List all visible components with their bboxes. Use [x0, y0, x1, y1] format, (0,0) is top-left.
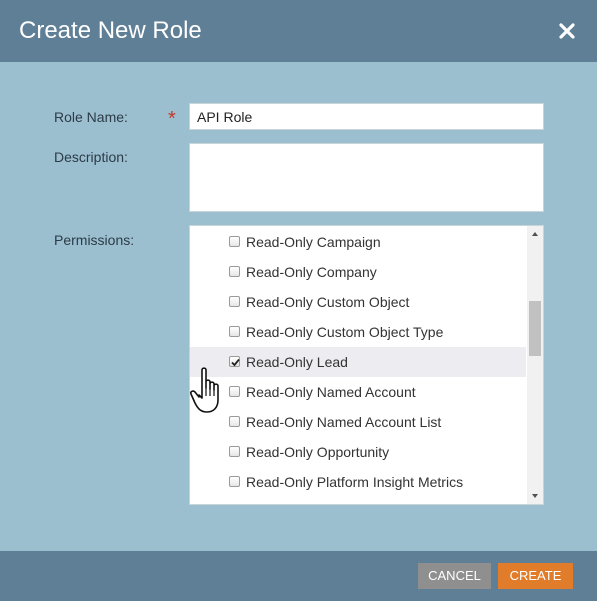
dialog-title: Create New Role	[19, 17, 202, 44]
permission-label: Read-Only Opportunity	[246, 444, 390, 460]
create-role-dialog: Create New Role Role Name: * Description…	[0, 0, 597, 601]
description-textarea[interactable]	[189, 143, 544, 212]
scroll-down-arrow-icon[interactable]	[527, 488, 543, 504]
scrollbar-thumb[interactable]	[529, 301, 541, 356]
permissions-items: Read-Only Campaign Read-Only Company Read-…	[190, 227, 526, 497]
checkmark-icon	[231, 358, 240, 367]
permission-checkbox[interactable]	[229, 326, 240, 337]
required-marker: *	[168, 108, 176, 130]
cancel-button[interactable]: CANCEL	[418, 563, 491, 589]
permission-item[interactable]: Read-Only Campaign	[190, 227, 526, 257]
dialog-header: Create New Role	[0, 0, 597, 62]
scroll-up-arrow-icon[interactable]	[527, 226, 543, 242]
permission-item[interactable]: Read-Only Custom Object	[190, 287, 526, 317]
permission-label: Read-Only Named Account List	[246, 414, 442, 430]
description-label: Description:	[54, 149, 128, 165]
permission-item[interactable]: Read-Only Opportunity	[190, 437, 526, 467]
permission-item[interactable]: Read-Only Company	[190, 257, 526, 287]
permission-checkbox[interactable]	[229, 356, 240, 367]
permission-checkbox[interactable]	[229, 386, 240, 397]
permission-checkbox[interactable]	[229, 476, 240, 487]
permission-item[interactable]: Read-Only Custom Object Type	[190, 317, 526, 347]
permission-item[interactable]: Read-Only Named Account	[190, 377, 526, 407]
create-button[interactable]: CREATE	[498, 563, 573, 589]
permission-label: Read-Only Lead	[246, 354, 348, 370]
permission-label: Read-Only Named Account	[246, 384, 416, 400]
permission-label: Read-Only Platform Insight Metrics	[246, 474, 464, 490]
close-icon[interactable]	[556, 20, 578, 42]
permission-label: Read-Only Campaign	[246, 234, 381, 250]
permission-checkbox[interactable]	[229, 236, 240, 247]
permission-checkbox[interactable]	[229, 416, 240, 427]
permissions-label: Permissions:	[54, 232, 135, 248]
permissions-scrollbar[interactable]	[527, 226, 543, 504]
permission-label: Read-Only Custom Object Type	[246, 324, 444, 340]
permission-checkbox[interactable]	[229, 446, 240, 457]
permission-item[interactable]: Read-Only Platform Insight Metrics	[190, 467, 526, 497]
permission-checkbox[interactable]	[229, 296, 240, 307]
permission-checkbox[interactable]	[229, 266, 240, 277]
permission-label: Read-Only Custom Object	[246, 294, 410, 310]
role-name-label: Role Name:	[54, 109, 128, 125]
permission-label: Read-Only Company	[246, 264, 377, 280]
permission-item[interactable]: Read-Only Named Account List	[190, 407, 526, 437]
permission-item[interactable]: Read-Only Lead	[190, 347, 526, 377]
permissions-list[interactable]: Read-Only Campaign Read-Only Company Read-…	[189, 225, 544, 505]
role-name-input[interactable]	[189, 103, 544, 130]
